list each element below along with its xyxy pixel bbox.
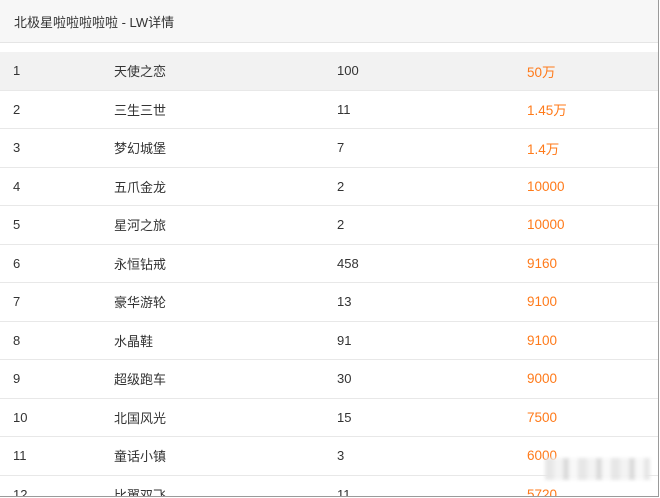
rank-cell: 1	[13, 63, 21, 79]
item-name-cell: 童话小镇	[114, 449, 167, 465]
item-name-cell: 超级跑车	[114, 372, 167, 388]
rank-cell: 9	[13, 371, 21, 387]
table-row[interactable]: 2 三生三世 11 1.45万	[0, 90, 658, 129]
item-name-cell: 水晶鞋	[114, 333, 154, 349]
item-name-cell: 梦幻城堡	[114, 141, 167, 157]
rank-cell: 6	[13, 255, 21, 271]
table-row[interactable]: 10 北国风光 15 7500	[0, 398, 658, 437]
count-cell: 3	[337, 448, 345, 464]
value-cell: 50万	[527, 64, 556, 80]
ranking-table: 1 天使之恋 100 50万 2 三生三世 11 1.45万 3 梦幻城堡 7 1.4万 4 五爪金龙 2 1…	[0, 52, 658, 497]
value-cell: 9100	[527, 332, 558, 348]
table-row[interactable]: 8 水晶鞋 91 9100	[0, 321, 658, 360]
item-name-cell: 豪华游轮	[114, 295, 167, 311]
rank-cell: 7	[13, 294, 21, 310]
table-row[interactable]: 6 永恒钻戒 458 9160	[0, 244, 658, 283]
item-name-cell: 五爪金龙	[114, 179, 167, 195]
count-cell: 13	[337, 294, 352, 310]
table-row[interactable]: 5 星河之旅 2 10000	[0, 206, 658, 245]
detail-panel: 北极星啦啦啦啦啦 - LW详情 1 天使之恋 100 50万 2 三生三世 11 1.45万 3…	[0, 0, 659, 497]
count-cell: 7	[337, 140, 345, 156]
panel-title-bar: 北极星啦啦啦啦啦 - LW详情	[0, 0, 658, 43]
count-cell: 11	[337, 486, 351, 497]
item-name-cell: 三生三世	[114, 102, 167, 118]
table-row[interactable]: 1 天使之恋 100 50万	[0, 52, 658, 91]
value-cell: 9000	[527, 371, 558, 387]
item-name-cell: 星河之旅	[114, 218, 167, 234]
table-row[interactable]: 4 五爪金龙 2 10000	[0, 167, 658, 206]
table-row[interactable]: 3 梦幻城堡 7 1.4万	[0, 129, 658, 168]
value-cell: 9100	[527, 294, 558, 310]
count-cell: 2	[337, 178, 345, 194]
rank-cell: 10	[13, 409, 28, 425]
count-cell: 91	[337, 332, 352, 348]
table-row[interactable]: 7 豪华游轮 13 9100	[0, 283, 658, 322]
item-name-cell: 永恒钻戒	[114, 256, 167, 272]
rank-cell: 8	[13, 332, 21, 348]
value-cell: 7500	[527, 409, 558, 425]
count-cell: 2	[337, 217, 345, 233]
rank-cell: 2	[13, 101, 21, 117]
value-cell: 9160	[527, 255, 558, 271]
count-cell: 11	[337, 101, 351, 117]
rank-cell: 11	[13, 448, 27, 464]
count-cell: 100	[337, 63, 359, 79]
count-cell: 15	[337, 409, 352, 425]
rank-cell: 12	[13, 486, 28, 497]
rank-cell: 4	[13, 178, 21, 194]
value-cell: 10000	[527, 178, 565, 194]
item-name-cell: 天使之恋	[114, 64, 167, 80]
value-cell: 1.4万	[527, 141, 560, 157]
panel-title: 北极星啦啦啦啦啦 - LW详情	[14, 14, 175, 30]
count-cell: 458	[337, 255, 359, 271]
rank-cell: 5	[13, 217, 21, 233]
item-name-cell: 比翼双飞	[114, 487, 167, 497]
table-row[interactable]: 9 超级跑车 30 9000	[0, 360, 658, 399]
item-name-cell: 北国风光	[114, 410, 167, 426]
count-cell: 30	[337, 371, 352, 387]
value-cell: 10000	[527, 217, 565, 233]
rank-cell: 3	[13, 140, 21, 156]
watermark-blur	[545, 458, 650, 480]
table-top-spacer	[0, 43, 658, 52]
value-cell: 1.45万	[527, 103, 567, 119]
